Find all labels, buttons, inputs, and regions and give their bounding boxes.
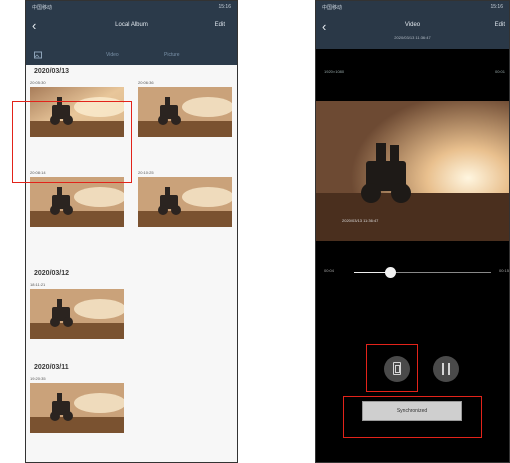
date-header: 2020/03/11	[34, 364, 69, 371]
nav-bar: ‹ Video Edit 2020/03/13 11:36:47	[316, 13, 509, 49]
clock-label: 15:16	[218, 4, 231, 10]
thumbnail-time: 20:10:25	[138, 170, 154, 175]
highlight-frame	[12, 101, 132, 183]
status-bar: 中国移动 15:16	[316, 1, 509, 13]
video-frame[interactable]: 2020/03/13 11:36:47	[316, 101, 509, 241]
edit-button[interactable]: Edit	[215, 22, 225, 28]
thumbnail-time: 19:20:35	[30, 376, 46, 381]
highlight-frame	[366, 344, 418, 392]
pause-button[interactable]	[433, 356, 459, 382]
video-player-screen: 中国移动 15:16 ‹ Video Edit 2020/03/13 11:36…	[315, 0, 510, 463]
video-thumbnail[interactable]: 20:10:25	[138, 169, 232, 227]
nav-bar: ‹ Local Album Edit	[26, 13, 237, 47]
video-thumbnail[interactable]: 19:20:35	[30, 375, 124, 433]
thumbnail-image	[30, 177, 124, 227]
video-watermark: 2020/03/13 11:36:47	[342, 218, 379, 223]
date-header: 2020/03/12	[34, 270, 70, 277]
thumbnail-time: 20:06:36	[138, 80, 154, 85]
page-title: Local Album	[115, 22, 148, 28]
pause-icon	[442, 363, 444, 375]
thumbnail-image	[138, 177, 232, 227]
carrier-label: 中国移动	[32, 4, 53, 11]
video-meta: 1920×1080 00:01	[324, 69, 505, 74]
thumbnail-time: 20:05:30	[30, 80, 46, 85]
resolution-label: 1920×1080	[324, 69, 345, 74]
carrier-label: 中国移动	[322, 4, 343, 11]
elapsed-label: 00:01	[494, 69, 505, 74]
thumbnail-image	[138, 87, 232, 137]
video-thumbnail[interactable]: 18:11:21	[30, 281, 124, 339]
image-icon	[34, 51, 42, 59]
date-header: 2020/03/13	[34, 68, 70, 75]
seek-handle[interactable]	[385, 267, 396, 278]
clock-label: 15:16	[490, 4, 503, 10]
video-thumbnail[interactable]: 20:06:36	[138, 79, 232, 137]
page-title: Video	[404, 22, 421, 28]
thumbnail-image	[30, 383, 124, 433]
local-album-screen: 中国移动 15:16 ‹ Local Album Edit Video Pict…	[25, 0, 238, 463]
start-time: 00:04	[324, 268, 335, 273]
album-tabs: Video Picture	[26, 47, 237, 65]
edit-button[interactable]: Edit	[495, 22, 505, 28]
video-timestamp: 2020/03/13 11:36:47	[394, 35, 431, 40]
highlight-frame	[343, 396, 482, 438]
thumbnail-image	[30, 289, 124, 339]
pause-icon-bar	[448, 363, 450, 375]
thumbnail-grid: 18:11:21	[26, 281, 237, 361]
thumbnail-grid: 19:20:35	[26, 375, 237, 455]
seek-bar[interactable]: 00:04 00:15	[324, 265, 509, 278]
status-bar: 中国移动 15:16	[26, 1, 237, 13]
tab-picture[interactable]: Picture	[164, 52, 180, 58]
thumbnail-time: 18:11:21	[30, 282, 46, 287]
end-time: 00:15	[498, 268, 509, 273]
tab-video[interactable]: Video	[106, 52, 119, 58]
